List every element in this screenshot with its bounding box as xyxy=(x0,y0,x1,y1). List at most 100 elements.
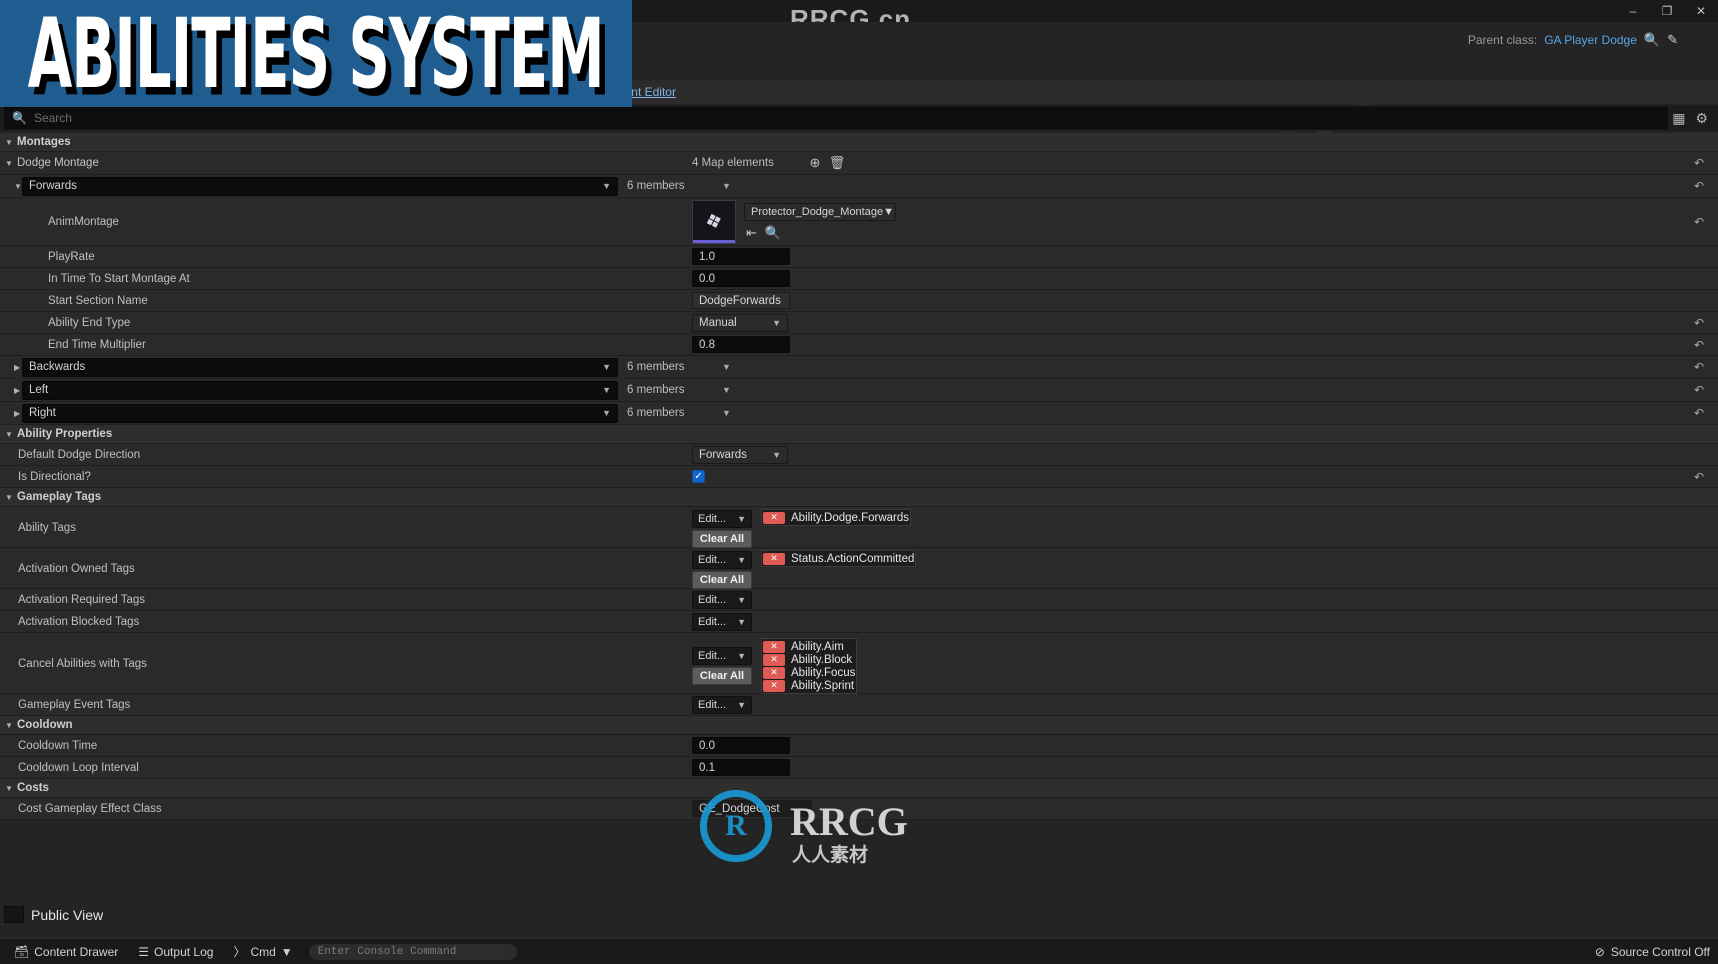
source-control-label[interactable]: Source Control Off xyxy=(1611,945,1710,959)
reset-icon[interactable]: ↶ xyxy=(1694,470,1704,484)
tag-chip: ✕ Ability.Aim xyxy=(763,640,855,653)
tag-list: ✕ Ability.Aim ✕ Ability.Block ✕ Ability.… xyxy=(761,638,858,694)
console-command-input[interactable]: Enter Console Command xyxy=(307,942,518,961)
asset-picker: Protector_Dodge_Montage ▼ ⇤ 🔍 xyxy=(744,202,896,241)
edit-tags-button[interactable]: Edit... ▼ xyxy=(692,590,752,609)
cmd-button[interactable]: 〉 Cmd ▼ xyxy=(224,941,301,963)
row-label: Is Directional? xyxy=(18,470,91,483)
section-header-costs[interactable]: Costs xyxy=(0,779,1718,798)
public-view-swatch[interactable] xyxy=(4,906,24,923)
reset-icon[interactable]: ↶ xyxy=(1694,406,1704,420)
search-box[interactable]: 🔍 xyxy=(4,107,1669,129)
edit-tags-button[interactable]: Edit... ▼ xyxy=(692,510,752,528)
chevron-right-icon[interactable] xyxy=(0,386,22,395)
map-key-value: Backwards xyxy=(29,361,86,373)
public-view-label[interactable]: Public View xyxy=(31,907,103,923)
map-property-label: Dodge Montage xyxy=(17,157,99,169)
row-label: Activation Blocked Tags xyxy=(18,615,140,628)
clear-all-button[interactable]: Clear All xyxy=(692,667,752,685)
remove-tag-icon[interactable]: ✕ xyxy=(763,653,785,666)
map-key-field[interactable]: Forwards ▼ xyxy=(22,176,618,196)
edit-tags-button[interactable]: Edit... ▼ xyxy=(692,695,752,714)
cooldown-time-input[interactable]: 0.0 xyxy=(692,737,790,754)
remove-tag-icon[interactable]: ✕ xyxy=(763,511,785,524)
row-abilityendtype: Ability End Type Manual ▼ ↶ xyxy=(0,312,1718,334)
section-header-cooldown[interactable]: Cooldown xyxy=(0,716,1718,735)
minimize-icon[interactable]: – xyxy=(1616,0,1650,22)
start-section-name-input[interactable]: DodgeForwards xyxy=(692,292,790,309)
edit-label: Edit... xyxy=(698,554,727,566)
chevron-down-icon[interactable]: ▼ xyxy=(722,408,731,418)
end-time-multiplier-input[interactable]: 0.8 xyxy=(692,336,790,353)
tag-label: Ability.Block xyxy=(791,653,853,666)
chevron-right-icon[interactable] xyxy=(0,409,22,418)
row-label: Ability End Type xyxy=(48,316,131,329)
search-icon: 🔍 xyxy=(12,111,27,125)
map-key-field[interactable]: Left ▼ xyxy=(22,380,618,400)
map-key-field[interactable]: Right ▼ xyxy=(22,403,618,423)
reset-icon[interactable]: ↶ xyxy=(1694,360,1704,374)
asset-thumbnail[interactable]: ❖ xyxy=(692,199,736,244)
row-endtimemultiplier: End Time Multiplier 0.8 ↶ xyxy=(0,334,1718,356)
map-key-field[interactable]: Backwards ▼ xyxy=(22,357,618,377)
reset-icon[interactable]: ↶ xyxy=(1694,179,1704,193)
row-label: In Time To Start Montage At xyxy=(48,272,190,285)
edit-tags-button[interactable]: Edit... ▼ xyxy=(692,612,752,631)
section-header-gameplay-tags[interactable]: Gameplay Tags xyxy=(0,488,1718,507)
edit-tags-button[interactable]: Edit... ▼ xyxy=(692,551,752,569)
pencil-icon[interactable]: ✎ xyxy=(1667,32,1678,48)
remove-tag-icon[interactable]: ✕ xyxy=(763,640,785,653)
reset-icon[interactable]: ↶ xyxy=(1694,383,1704,397)
public-view-bar: Public View xyxy=(0,903,1718,926)
chevron-down-icon: ▼ xyxy=(737,514,746,524)
browse-icon[interactable]: 🔍 xyxy=(765,225,781,241)
section-header-ability-properties[interactable]: Ability Properties xyxy=(0,425,1718,444)
map-key-value: Forwards xyxy=(29,180,77,192)
cooldown-loop-interval-input[interactable]: 0.1 xyxy=(692,759,790,776)
section-header-montages[interactable]: Montages xyxy=(0,133,1718,152)
default-dodge-direction-select[interactable]: Forwards ▼ xyxy=(692,445,788,464)
edit-tags-button[interactable]: Edit... ▼ xyxy=(692,647,752,665)
clear-all-button[interactable]: Clear All xyxy=(692,571,752,589)
use-selected-icon[interactable]: ⇤ xyxy=(746,225,757,241)
playrate-input[interactable]: 1.0 xyxy=(692,248,790,265)
map-element-forwards: Forwards ▼ 6 members ▼ ↶ xyxy=(0,175,1718,198)
content-drawer-button[interactable]: 🗃 Content Drawer xyxy=(5,941,127,963)
remove-tag-icon[interactable]: ✕ xyxy=(763,552,785,565)
row-label: Cooldown Time xyxy=(18,739,98,752)
row-value-wrap: 0.0 xyxy=(692,737,1718,754)
output-log-button[interactable]: ☰ Output Log xyxy=(129,941,222,963)
edit-label: Edit... xyxy=(698,698,727,711)
maximize-icon[interactable]: ❐ xyxy=(1650,0,1684,22)
asset-combo[interactable]: Protector_Dodge_Montage ▼ xyxy=(744,202,896,221)
ability-end-type-select[interactable]: Manual ▼ xyxy=(692,313,788,332)
gear-icon[interactable]: ⚙ xyxy=(1695,110,1708,127)
chevron-right-icon[interactable] xyxy=(0,363,22,372)
selected-value: Forwards xyxy=(699,448,747,461)
remove-tag-icon[interactable]: ✕ xyxy=(763,666,785,679)
chevron-down-icon xyxy=(5,430,17,439)
grid-view-icon[interactable]: ▦ xyxy=(1672,110,1685,127)
chevron-down-icon[interactable]: ▼ xyxy=(722,385,731,395)
reset-icon[interactable]: ↶ xyxy=(1694,338,1704,352)
map-property-label-wrap[interactable]: Dodge Montage xyxy=(0,157,692,169)
reset-icon[interactable]: ↶ xyxy=(1694,156,1704,170)
row-gameplay-event-tags: Gameplay Event Tags Edit... ▼ xyxy=(0,694,1718,716)
close-icon[interactable]: ✕ xyxy=(1684,0,1718,22)
search-icon[interactable]: 🔍 xyxy=(1644,32,1660,48)
search-input[interactable] xyxy=(33,111,1661,125)
is-directional-checkbox[interactable]: ✓ xyxy=(692,470,705,483)
chevron-down-icon[interactable] xyxy=(0,182,22,191)
trash-icon[interactable]: 🗑 xyxy=(826,154,848,172)
in-time-to-start-montage-at-input[interactable]: 0.0 xyxy=(692,270,790,287)
chevron-down-icon[interactable]: ▼ xyxy=(722,362,731,372)
reset-icon[interactable]: ↶ xyxy=(1694,215,1704,229)
plus-circle-icon[interactable]: ⊕ xyxy=(804,154,826,172)
parent-class-value[interactable]: GA Player Dodge xyxy=(1544,33,1637,47)
chevron-down-icon[interactable]: ▼ xyxy=(722,181,731,191)
clear-all-button[interactable]: Clear All xyxy=(692,530,752,548)
output-log-label: Output Log xyxy=(154,944,214,959)
reset-icon[interactable]: ↶ xyxy=(1694,316,1704,330)
remove-tag-icon[interactable]: ✕ xyxy=(763,679,785,692)
row-label: Ability Tags xyxy=(18,521,76,534)
